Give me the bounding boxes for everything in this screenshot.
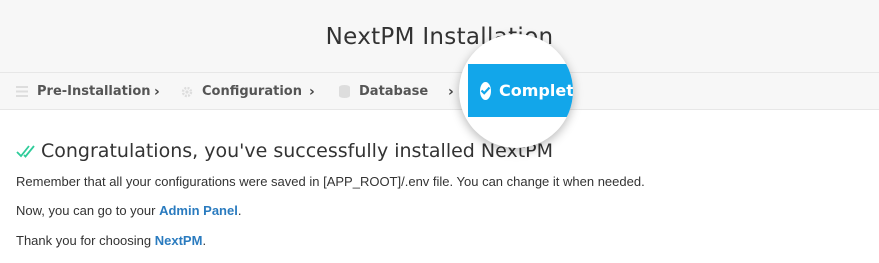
config-note: Remember that all your configurations we…: [16, 174, 645, 189]
admin-panel-line: Now, you can go to your Admin Panel.: [16, 203, 242, 218]
list-icon: [16, 86, 28, 97]
step-pre-installation[interactable]: Pre-Installation: [16, 73, 151, 110]
step-label: Database: [359, 84, 429, 99]
database-icon: [339, 85, 350, 98]
magnifier-callout: Complete: [459, 34, 573, 148]
step-label: Pre-Installation: [37, 84, 151, 99]
gear-icon: [181, 86, 193, 97]
step-configuration[interactable]: Configuration: [181, 73, 302, 110]
installation-steps: Pre-Installation › Configuration › Datab…: [0, 72, 879, 110]
double-check-icon: [16, 145, 35, 158]
admin-panel-link[interactable]: Admin Panel: [159, 203, 238, 218]
step-label: Configuration: [202, 84, 302, 99]
check-circle-icon: [480, 81, 491, 100]
success-heading-text: Congratulations, you've successfully ins…: [41, 140, 554, 162]
page-header: NextPM Installation: [0, 0, 879, 72]
nextpm-link[interactable]: NextPM: [155, 233, 203, 248]
main-content: Congratulations, you've successfully ins…: [16, 138, 866, 248]
step-complete-label: Complete: [499, 81, 573, 100]
chevron-right-icon: ›: [448, 83, 454, 100]
thank-you-line: Thank you for choosing NextPM.: [16, 233, 207, 248]
success-heading: Congratulations, you've successfully ins…: [16, 138, 866, 164]
step-database[interactable]: Database: [339, 73, 428, 110]
step-complete-button[interactable]: Complete: [468, 64, 573, 117]
chevron-right-icon: ›: [154, 83, 160, 100]
chevron-right-icon: ›: [309, 83, 315, 100]
